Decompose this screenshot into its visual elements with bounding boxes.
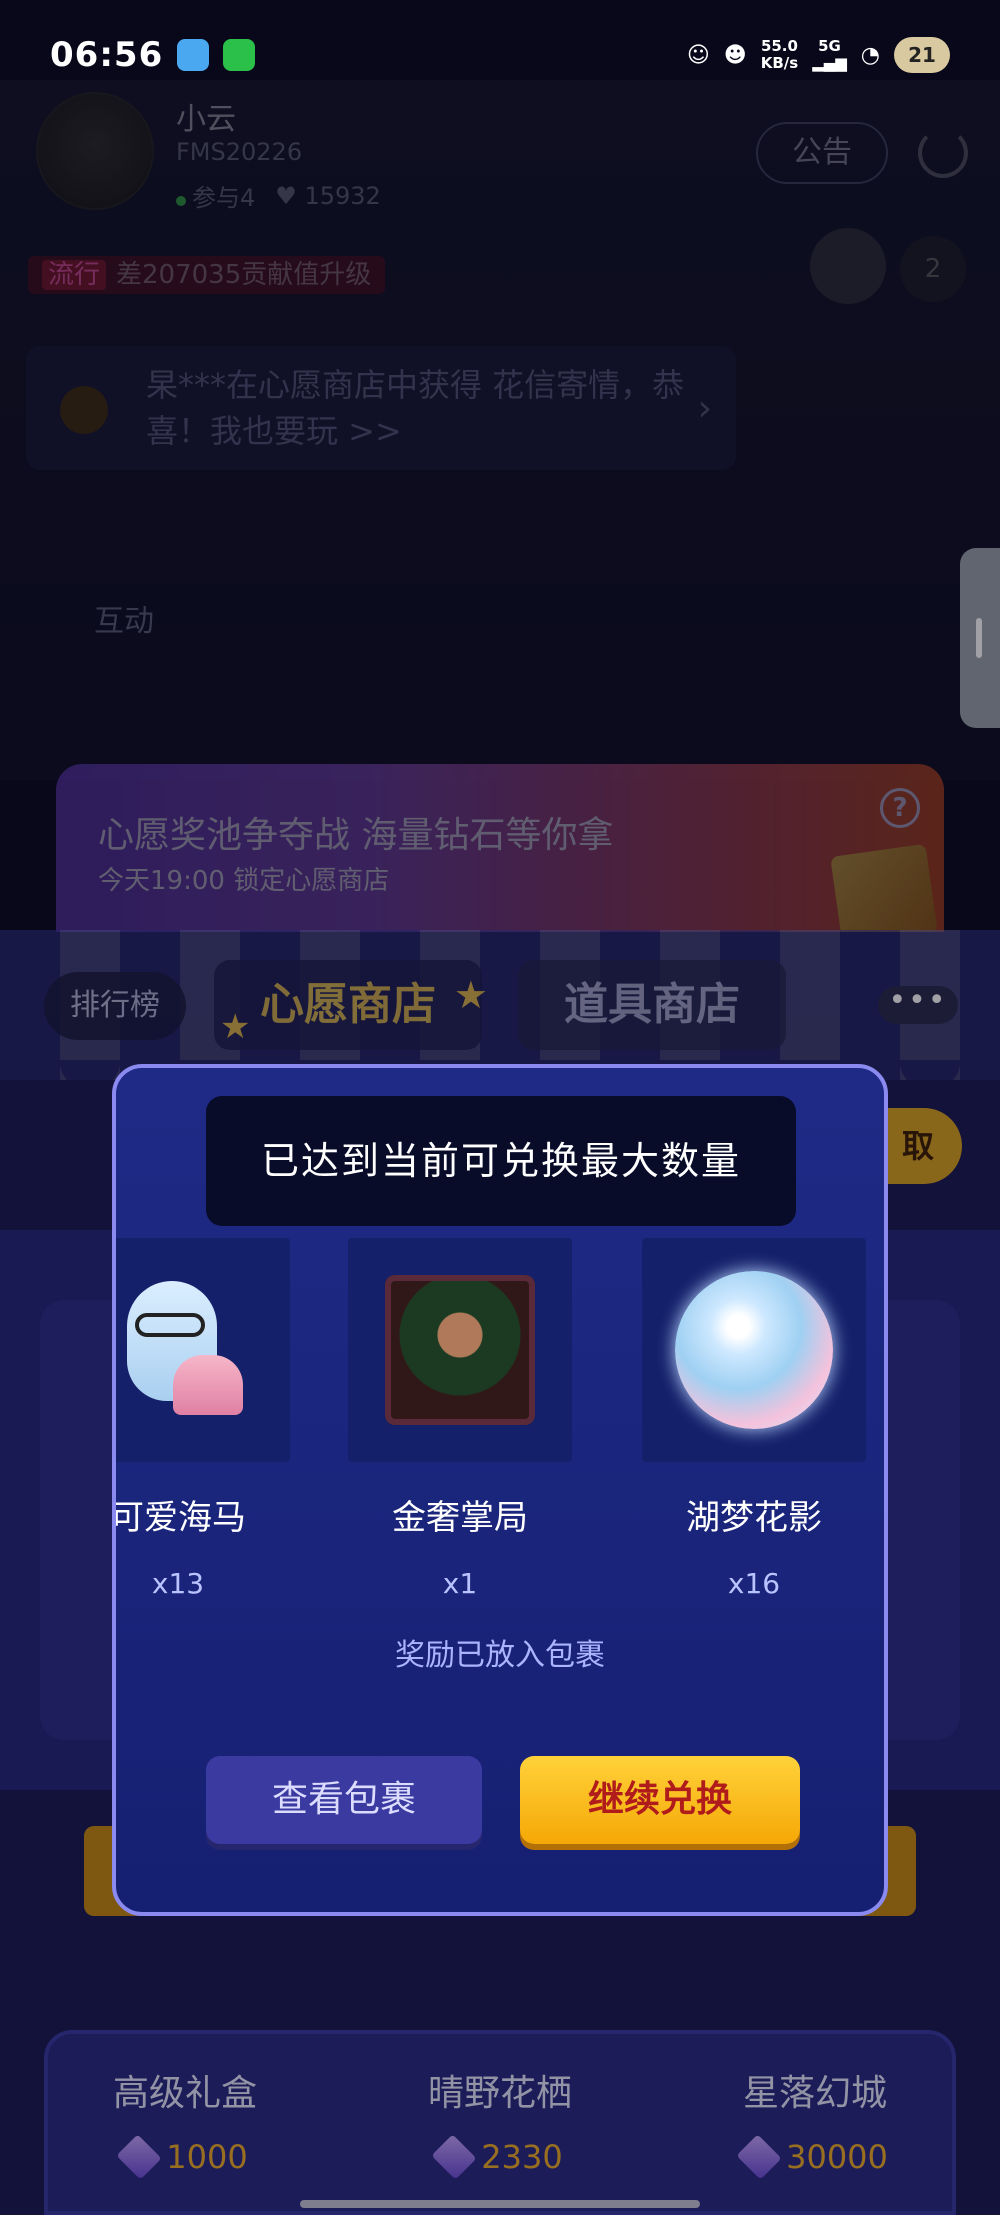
battery-icon: 21 <box>894 37 950 73</box>
clock: 06:56 <box>50 35 164 75</box>
prize-tile <box>348 1238 572 1462</box>
reward-note: 奖励已放入包裹 <box>395 1638 605 1673</box>
view-bag-button[interactable]: 查看包裹 <box>206 1756 482 1844</box>
seahorse-icon <box>116 1275 243 1425</box>
prize-list[interactable]: 可爱海马 x13 金奢掌局 x1 湖梦花影 x16 <box>116 1238 884 1600</box>
prize-item: 湖梦花影 x16 <box>642 1238 866 1600</box>
status-bar: 06:56 ☺ ☻ 55.0 KB/s 5G ▂▄▆ ◔ 21 <box>0 0 1000 110</box>
max-limit-toast: 已达到当前可兑换最大数量 <box>206 1096 796 1226</box>
cat-icon: ☻ <box>723 42 747 68</box>
gentleman-portrait-icon <box>385 1275 535 1425</box>
wifi-icon: ◔ <box>860 42 880 68</box>
prize-tile <box>116 1238 290 1462</box>
network-speed: 55.0 KB/s <box>760 37 799 72</box>
game-icon: ☺ <box>686 42 710 68</box>
prize-name: 金奢掌局 <box>392 1498 528 1538</box>
exchange-result-dialog: 已达到当前可兑换最大数量 可爱海马 x13 金奢掌局 x1 湖梦花影 x16 奖… <box>112 1064 888 1916</box>
prize-item: 金奢掌局 x1 <box>348 1238 572 1600</box>
app-notification-icon <box>177 39 210 71</box>
signal-icon: 5G ▂▄▆ <box>812 37 847 72</box>
prize-qty: x13 <box>151 1567 205 1600</box>
continue-exchange-button[interactable]: 继续兑换 <box>520 1756 800 1844</box>
prize-tile <box>642 1238 866 1462</box>
prize-qty: x16 <box>727 1567 781 1600</box>
prize-qty: x1 <box>442 1567 478 1600</box>
wechat-icon <box>223 39 256 71</box>
flower-orb-icon <box>675 1271 833 1429</box>
prize-item: 可爱海马 x13 <box>112 1238 290 1600</box>
prize-name: 湖梦花影 <box>686 1498 822 1538</box>
prize-name: 可爱海马 <box>112 1498 246 1538</box>
